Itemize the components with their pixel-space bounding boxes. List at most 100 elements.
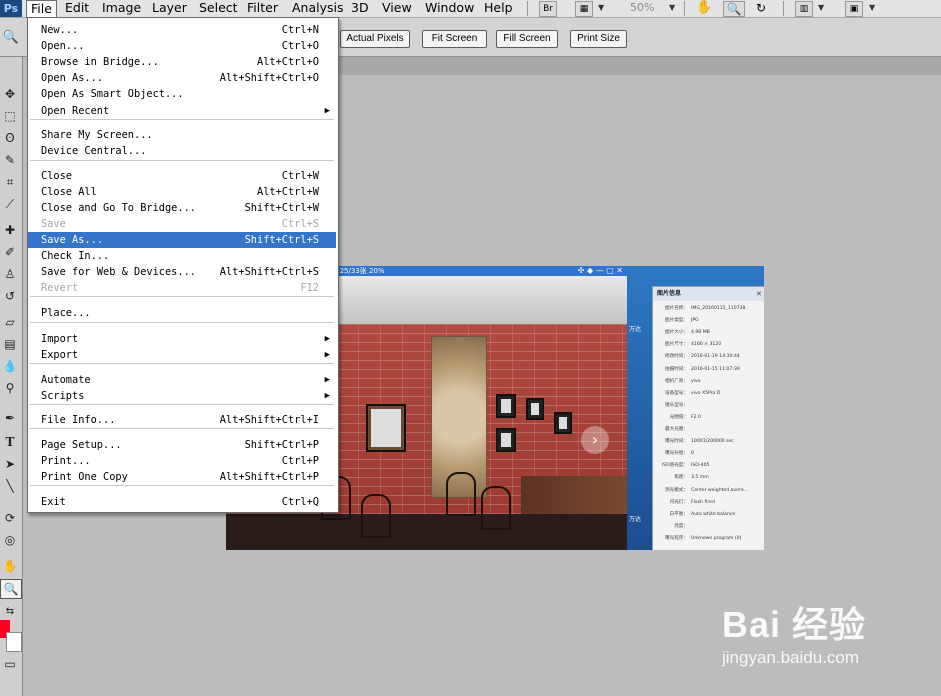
bridge-button[interactable]: Br [539, 1, 557, 17]
file-menu-item[interactable]: New... Ctrl+N [28, 22, 336, 38]
file-menu-item[interactable]: Browse in Bridge... Alt+Ctrl+O [28, 54, 336, 70]
info-row: 图片尺寸： 4160 × 3120 [653, 339, 764, 351]
file-menu-item[interactable]: Device Central... [28, 143, 336, 159]
file-menu-item[interactable]: Check In... [28, 248, 336, 264]
crop-tool-icon[interactable]: ⌗ [0, 173, 20, 191]
chevron-down-icon[interactable]: ▼ [869, 3, 875, 12]
rotate-view-icon[interactable]: ↻ [753, 1, 769, 15]
info-value: Auto white balance [691, 511, 736, 517]
menu-3d[interactable]: 3D [347, 0, 373, 17]
submenu-arrow-icon: ▶ [324, 106, 330, 116]
hand-tool-icon[interactable]: ✋ [0, 557, 20, 575]
file-menu-item[interactable]: Open As... Alt+Shift+Ctrl+O [28, 70, 336, 86]
file-menu-item[interactable]: Share My Screen... [28, 127, 336, 143]
menu-separator [30, 363, 334, 364]
line-tool-icon[interactable]: ╲ [0, 477, 20, 495]
menu-filter[interactable]: Filter [243, 0, 282, 17]
image-info-panel: 图片信息 ✕ 图片名称： IMG_20160115_110738 图片类型： JPG 图… [652, 286, 764, 550]
file-menu-item[interactable]: Close Ctrl+W [28, 168, 336, 184]
file-menu-item[interactable]: Place... [28, 305, 336, 321]
arrange-documents-button[interactable]: ▥ [795, 1, 813, 17]
zoom-tool-icon[interactable]: 🔍 [0, 579, 22, 599]
submenu-arrow-icon: ▶ [324, 375, 330, 385]
file-menu-item[interactable]: Import ▶ [28, 331, 336, 347]
eraser-tool-icon[interactable]: ▱ [0, 313, 20, 331]
zoom-tool-icon[interactable]: 🔍 [723, 1, 745, 17]
dodge-tool-icon[interactable]: ⚲ [0, 379, 20, 397]
blur-tool-icon[interactable]: 💧 [0, 357, 20, 375]
file-menu-item[interactable]: Exit Ctrl+Q [28, 494, 336, 510]
info-value: ISO-405 [691, 463, 710, 469]
hand-tool-icon[interactable]: ✋ [696, 1, 712, 15]
info-key: 相机厂商： [665, 378, 688, 384]
file-menu-item[interactable]: Save As... Shift+Ctrl+S [28, 232, 336, 248]
menu-analysis[interactable]: Analysis [288, 0, 348, 17]
move-tool-icon[interactable]: ✥ [0, 85, 20, 103]
swap-colors-icon[interactable]: ⇆ [0, 603, 20, 621]
chevron-down-icon[interactable]: ▼ [598, 3, 604, 12]
file-menu-item[interactable]: Page Setup... Shift+Ctrl+P [28, 437, 336, 453]
background-color-swatch[interactable] [6, 632, 22, 652]
fill-screen-button[interactable]: Fill Screen [496, 30, 558, 48]
menu-item-label: Browse in Bridge... [41, 56, 159, 68]
path-selection-tool-icon[interactable]: ➤ [0, 455, 20, 473]
marquee-tool-icon[interactable]: ⬚ [0, 107, 20, 125]
info-key: 图片大小： [665, 330, 688, 336]
actual-pixels-button[interactable]: Actual Pixels [340, 30, 410, 48]
print-size-button[interactable]: Print Size [570, 30, 627, 48]
photo-floor [226, 514, 627, 550]
info-value: Center weighted avera... [691, 487, 749, 493]
file-menu-item[interactable]: Open... Ctrl+O [28, 38, 336, 54]
file-menu-item[interactable]: Print One Copy Alt+Shift+Ctrl+P [28, 469, 336, 485]
menu-window[interactable]: Window [421, 0, 478, 17]
photo-chair [361, 494, 391, 538]
menu-item-label: File Info... [41, 414, 116, 426]
view-extras-button[interactable]: ▦ [575, 1, 593, 17]
quick-mask-icon[interactable]: ▭ [0, 655, 20, 673]
menu-help[interactable]: Help [480, 0, 517, 17]
menu-image[interactable]: Image [98, 0, 145, 17]
menu-layer[interactable]: Layer [148, 0, 191, 17]
history-brush-tool-icon[interactable]: ↺ [0, 287, 20, 305]
screen-mode-button[interactable]: ▣ [845, 1, 863, 17]
menu-file[interactable]: File [26, 0, 57, 18]
clone-stamp-tool-icon[interactable]: ♙ [0, 265, 20, 283]
menu-item-shortcut: Ctrl+O [281, 40, 319, 52]
zoom-level[interactable]: 50% [630, 1, 654, 14]
gradient-tool-icon[interactable]: ▤ [0, 335, 20, 353]
file-menu-item[interactable]: File Info... Alt+Shift+Ctrl+I [28, 412, 336, 428]
menu-view[interactable]: View [378, 0, 416, 17]
file-menu-item[interactable]: Print... Ctrl+P [28, 453, 336, 469]
brush-tool-icon[interactable]: ✐ [0, 243, 20, 261]
pen-tool-icon[interactable]: ✒ [0, 409, 20, 427]
eyedropper-tool-icon[interactable]: ⟋ [0, 195, 20, 213]
chevron-down-icon[interactable]: ▼ [818, 3, 824, 12]
menu-select[interactable]: Select [195, 0, 242, 17]
3d-orbit-tool-icon[interactable]: ◎ [0, 531, 20, 549]
file-menu-item[interactable]: Open As Smart Object... [28, 86, 336, 102]
menu-edit[interactable]: Edit [61, 0, 93, 17]
fit-screen-button[interactable]: Fit Screen [422, 30, 487, 48]
desktop-label: 万达 [629, 516, 642, 523]
menu-item-shortcut: Alt+Shift+Ctrl+I [219, 414, 319, 426]
menu-item-label: Scripts [41, 390, 85, 402]
info-row: 曝光时间： 10001/200000 sec [653, 436, 764, 448]
healing-brush-tool-icon[interactable]: ✚ [0, 221, 20, 239]
info-value: 2016-01-19 14:30:44 [691, 354, 740, 360]
type-tool-icon[interactable]: T [0, 433, 20, 451]
menu-item-shortcut: Shift+Ctrl+P [244, 439, 319, 451]
file-menu: New... Ctrl+N Open... Ctrl+O Browse in Bridg… [27, 17, 339, 513]
file-menu-item[interactable]: Scripts ▶ [28, 388, 336, 404]
info-row: 光圈值： F2.0 [653, 412, 764, 424]
file-menu-item[interactable]: Open Recent ▶ [28, 103, 336, 119]
quick-selection-tool-icon[interactable]: ✎ [0, 151, 20, 169]
file-menu-item[interactable]: Close All Alt+Ctrl+W [28, 184, 336, 200]
3d-rotate-tool-icon[interactable]: ⟳ [0, 509, 20, 527]
zoom-tool-icon[interactable]: 🔍 [2, 30, 20, 48]
lasso-tool-icon[interactable]: ʘ [0, 129, 20, 147]
file-menu-item[interactable]: Automate ▶ [28, 372, 336, 388]
file-menu-item[interactable]: Close and Go To Bridge... Shift+Ctrl+W [28, 200, 336, 216]
file-menu-item[interactable]: Export ▶ [28, 347, 336, 363]
chevron-down-icon[interactable]: ▼ [669, 3, 675, 12]
file-menu-item[interactable]: Save for Web & Devices... Alt+Shift+Ctrl+… [28, 264, 336, 280]
